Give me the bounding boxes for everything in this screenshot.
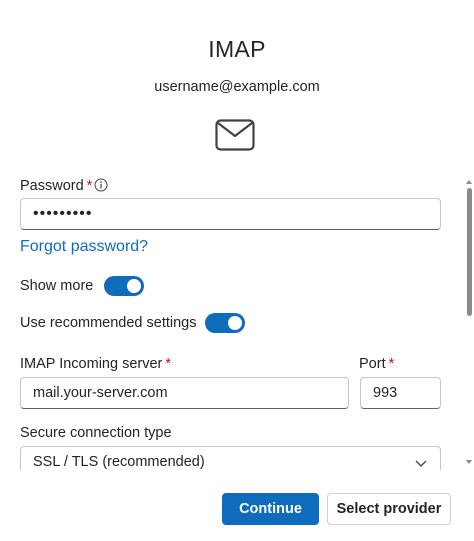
toggle-knob xyxy=(127,279,141,293)
required-mark: * xyxy=(388,356,395,372)
envelope-icon xyxy=(215,119,255,151)
password-value: ••••••••• xyxy=(33,205,93,222)
secure-connection-value: SSL / TLS (recommended) xyxy=(33,454,205,470)
select-provider-button[interactable]: Select provider xyxy=(327,493,451,525)
scrollbar-thumb[interactable] xyxy=(467,188,472,316)
required-mark: * xyxy=(165,356,172,372)
scroll-down-arrow-icon[interactable] xyxy=(466,460,472,464)
continue-button[interactable]: Continue xyxy=(222,493,319,525)
incoming-server-value: mail.your-server.com xyxy=(33,385,168,401)
use-recommended-label: Use recommended settings xyxy=(20,315,197,331)
password-label: Password * xyxy=(20,178,93,194)
settings-scroll-region[interactable]: Password * ••••••••• Forgot password? Sho… xyxy=(0,172,474,470)
port-label: Port * xyxy=(359,356,395,372)
show-more-toggle[interactable] xyxy=(104,276,144,296)
show-more-label: Show more xyxy=(20,278,94,294)
info-icon[interactable] xyxy=(94,178,108,192)
password-field[interactable]: ••••••••• xyxy=(20,198,441,230)
use-recommended-toggle[interactable] xyxy=(205,313,245,333)
port-input[interactable]: 993 xyxy=(360,377,441,409)
page-title: IMAP xyxy=(208,36,266,62)
toggle-knob xyxy=(228,316,242,330)
port-value: 993 xyxy=(373,385,398,401)
secure-connection-label: Secure connection type xyxy=(20,425,172,441)
incoming-server-label: IMAP Incoming server * xyxy=(20,356,172,372)
forgot-password-link[interactable]: Forgot password? xyxy=(20,238,148,256)
account-email: username@example.com xyxy=(154,79,320,95)
scroll-up-arrow-icon[interactable] xyxy=(466,180,472,184)
required-mark: * xyxy=(86,178,93,194)
imap-setup-dialog: IMAP username@example.com Password * ••••… xyxy=(0,0,474,541)
secure-connection-dropdown[interactable]: SSL / TLS (recommended) xyxy=(20,446,441,470)
vertical-scrollbar[interactable] xyxy=(464,178,474,466)
incoming-server-input[interactable]: mail.your-server.com xyxy=(20,377,349,409)
chevron-down-icon xyxy=(415,460,427,467)
